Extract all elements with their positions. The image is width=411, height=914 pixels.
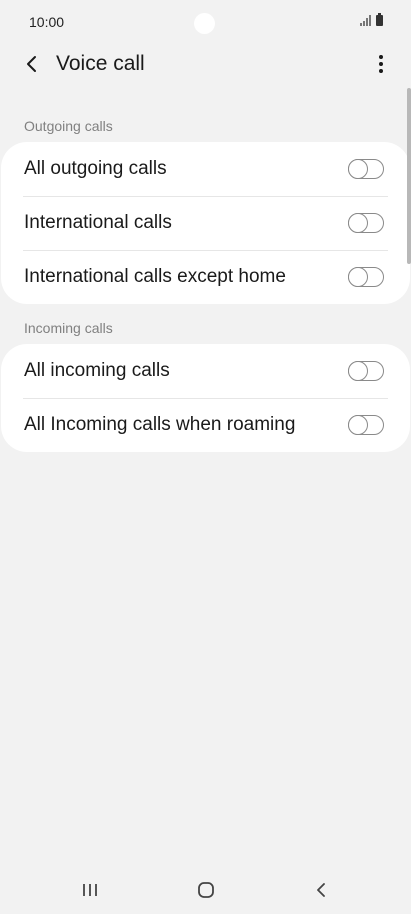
list-item-international-calls[interactable]: International calls [1,196,410,250]
back-button[interactable] [14,48,50,80]
battery-icon [376,13,383,26]
status-time: 10:00 [29,14,65,30]
toggle-switch[interactable] [347,158,384,179]
toggle-knob [347,414,368,435]
toggle-knob [347,158,368,179]
signal-icon [360,15,371,26]
list-item-international-calls-except-home[interactable]: International calls except home [1,250,410,304]
chevron-left-icon [27,56,36,72]
back-icon [317,883,325,897]
list-item-all-incoming-calls-when-roaming[interactable]: All Incoming calls when roaming [1,398,410,452]
recent-apps-button[interactable] [68,876,112,904]
scrollbar[interactable] [407,88,411,264]
camera-cutout [194,13,215,34]
nav-back-button[interactable] [299,876,343,904]
navigation-bar [0,866,411,914]
page-title: Voice call [56,52,145,75]
toggle-switch[interactable] [347,266,384,287]
list-item-label: All Incoming calls when roaming [24,414,296,435]
list-item-label: All incoming calls [24,360,170,381]
list-item-label: International calls [24,212,172,233]
status-bar: 10:00 [0,0,411,46]
home-button[interactable] [184,876,228,904]
app-bar: Voice call [0,42,411,86]
toggle-switch[interactable] [347,360,384,381]
status-icons [360,13,383,26]
list-item-label: International calls except home [24,266,286,287]
toggle-switch[interactable] [347,212,384,233]
toggle-switch[interactable] [347,414,384,435]
section-header-outgoing: Outgoing calls [24,118,113,134]
more-vertical-icon [379,55,383,73]
toggle-knob [347,212,368,233]
list-item-label: All outgoing calls [24,158,167,179]
more-options-button[interactable] [365,48,397,80]
section-header-incoming: Incoming calls [24,320,113,336]
recent-apps-icon [83,884,97,896]
list-item-all-outgoing-calls[interactable]: All outgoing calls [1,142,410,196]
incoming-calls-card: All incoming calls All Incoming calls wh… [1,344,410,452]
toggle-knob [347,266,368,287]
toggle-knob [347,360,368,381]
outgoing-calls-card: All outgoing calls International calls I… [1,142,410,304]
list-item-all-incoming-calls[interactable]: All incoming calls [1,344,410,398]
home-icon [198,882,214,898]
